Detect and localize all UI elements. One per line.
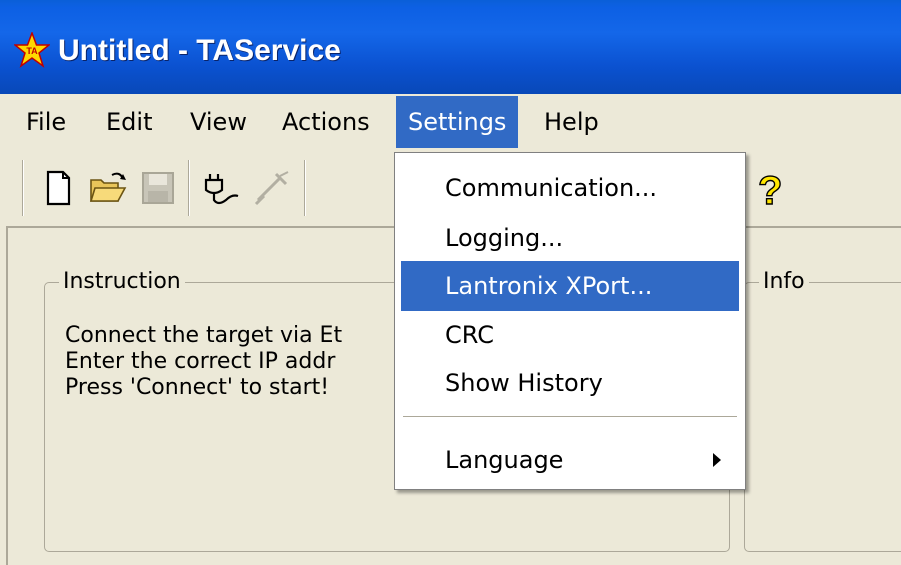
help-question-icon: ? <box>746 166 790 210</box>
menu-item-communication[interactable]: Communication... <box>401 163 739 213</box>
menu-item-logging[interactable]: Logging... <box>401 213 739 263</box>
menu-file[interactable]: File <box>14 96 78 148</box>
toolbar-separator <box>188 160 190 216</box>
menu-bar: File Edit View Actions Settings Help <box>0 94 901 152</box>
instruction-title: Instruction <box>59 267 185 297</box>
menu-item-crc[interactable]: CRC <box>401 310 739 360</box>
save-button[interactable] <box>136 166 180 210</box>
instruction-line: Connect the target via Et <box>65 323 343 348</box>
menu-item-show-history[interactable]: Show History <box>401 358 739 408</box>
instruction-line: Press 'Connect' to start! <box>65 375 330 400</box>
svg-text:?: ? <box>758 169 782 210</box>
toolbar-grip <box>22 160 24 216</box>
help-button[interactable]: ? <box>746 166 790 210</box>
settings-dropdown-menu: Communication... Logging... Lantronix XP… <box>394 152 746 490</box>
menu-item-lantronix-xport[interactable]: Lantronix XPort... <box>401 261 739 311</box>
menu-edit[interactable]: Edit <box>94 96 164 148</box>
disconnect-button[interactable] <box>250 166 294 210</box>
open-folder-icon <box>86 166 130 210</box>
connect-plug-icon <box>200 166 244 210</box>
menu-separator <box>403 416 737 418</box>
save-disk-icon <box>136 166 180 210</box>
toolbar-separator <box>304 160 306 216</box>
menu-item-language-label: Language <box>445 446 564 474</box>
menu-item-language[interactable]: Language <box>401 435 739 485</box>
window-title: Untitled - TAService <box>58 34 341 67</box>
info-title: Info <box>759 267 809 297</box>
title-bar[interactable]: TA Untitled - TAService <box>0 0 901 94</box>
menu-actions[interactable]: Actions <box>270 96 382 148</box>
svg-text:TA: TA <box>26 46 38 56</box>
open-button[interactable] <box>86 166 130 210</box>
menu-view[interactable]: View <box>178 96 259 148</box>
disconnect-plug-icon <box>250 166 294 210</box>
info-group: Info <box>744 267 901 552</box>
new-document-icon <box>36 166 80 210</box>
menu-settings[interactable]: Settings <box>396 96 519 148</box>
submenu-arrow-icon <box>713 453 721 467</box>
instruction-line: Enter the correct IP addr <box>65 349 336 374</box>
new-button[interactable] <box>36 166 80 210</box>
menu-help[interactable]: Help <box>532 96 611 148</box>
app-star-icon: TA <box>12 30 52 68</box>
connect-button[interactable] <box>200 166 244 210</box>
